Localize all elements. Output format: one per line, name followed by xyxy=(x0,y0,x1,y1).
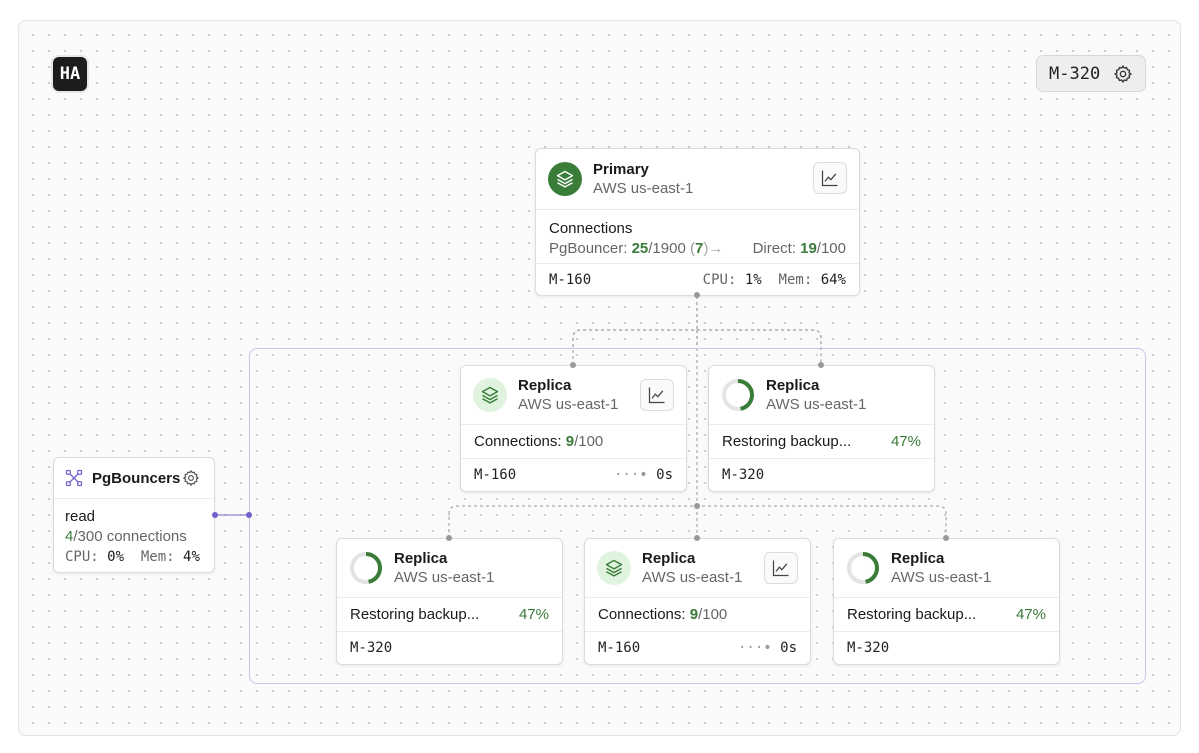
chart-line-icon xyxy=(772,560,789,577)
connections-heading: Connections xyxy=(549,220,633,237)
node-region: AWS us-east-1 xyxy=(518,396,619,413)
replica-input-port xyxy=(570,362,576,368)
node-title: Replica xyxy=(766,377,820,394)
pgbouncer-cluster-icon xyxy=(65,469,83,487)
node-region: AWS us-east-1 xyxy=(642,569,743,586)
node-size: M-320 xyxy=(722,467,765,483)
node-region: AWS us-east-1 xyxy=(593,180,694,197)
node-region: AWS us-east-1 xyxy=(766,396,867,413)
node-title: Replica xyxy=(642,550,696,567)
app-logo[interactable]: HA xyxy=(53,57,87,91)
progress-ring-icon xyxy=(847,552,879,584)
pgbouncers-node[interactable]: PgBouncers read 4/300 connections CPU: 0… xyxy=(53,457,215,573)
resource-usage: CPU: 0% Mem: 4% xyxy=(65,549,200,565)
replica-input-port xyxy=(818,362,824,368)
database-layers-icon xyxy=(597,551,631,585)
replica-node[interactable]: Replica AWS us-east-1 Connections: 9/100… xyxy=(460,365,687,492)
replica-connections: Connections: 9/100 xyxy=(585,597,810,631)
replica-node[interactable]: Replica AWS us-east-1 Restoring backup..… xyxy=(336,538,563,665)
restore-status: Restoring backup... 47% xyxy=(337,597,562,631)
pgbouncer-output-port xyxy=(212,512,218,518)
replica-node[interactable]: Replica AWS us-east-1 Restoring backup..… xyxy=(708,365,935,492)
pgbouncers-title: PgBouncers xyxy=(92,469,181,487)
node-size: M-160 xyxy=(549,272,592,288)
database-layers-icon xyxy=(473,378,507,412)
restore-status: Restoring backup... 47% xyxy=(709,424,934,458)
metrics-button[interactable] xyxy=(764,552,798,584)
node-region: AWS us-east-1 xyxy=(394,569,495,586)
database-layers-icon xyxy=(548,162,582,196)
gear-icon[interactable] xyxy=(182,469,200,487)
metrics-button[interactable] xyxy=(813,162,847,194)
node-title: Replica xyxy=(394,550,448,567)
pgbouncer-connections: PgBouncer: 25/1900 (7)→ xyxy=(549,240,724,257)
instance-size-label: M-320 xyxy=(1049,63,1101,84)
split-port xyxy=(694,503,700,509)
node-title: Primary xyxy=(593,161,649,178)
primary-node[interactable]: Primary AWS us-east-1 Connections PgBoun… xyxy=(535,148,860,296)
replica-input-port xyxy=(446,535,452,541)
restore-progress: 47% xyxy=(1015,606,1046,623)
chart-line-icon xyxy=(648,387,665,404)
pgbouncer-mode: read xyxy=(65,508,96,525)
metrics-button[interactable] xyxy=(640,379,674,411)
node-region: AWS us-east-1 xyxy=(891,569,992,586)
gear-icon xyxy=(1113,64,1133,83)
node-size: M-320 xyxy=(847,640,890,656)
replication-lag: ···• 0s xyxy=(737,640,797,656)
resource-usage: CPU: 1% Mem: 64% xyxy=(702,272,846,288)
node-size: M-320 xyxy=(350,640,393,656)
instance-size-button[interactable]: M-320 xyxy=(1036,55,1146,92)
replica-input-port xyxy=(694,535,700,541)
direct-connections: Direct: 19/100 xyxy=(752,240,846,257)
replication-lag: ···• 0s xyxy=(613,467,673,483)
restore-progress: 47% xyxy=(890,433,921,450)
lag-icon: ···• xyxy=(613,467,648,483)
progress-ring-icon xyxy=(350,552,382,584)
progress-ring-icon xyxy=(722,379,754,411)
restore-status: Restoring backup... 47% xyxy=(834,597,1059,631)
chart-line-icon xyxy=(821,170,838,187)
primary-output-port xyxy=(694,292,700,298)
lag-icon: ···• xyxy=(737,640,772,656)
node-title: Replica xyxy=(518,377,572,394)
replica-connections: Connections: 9/100 xyxy=(461,424,686,458)
node-size: M-160 xyxy=(474,467,517,483)
pgbouncer-connections: 4/300 connections xyxy=(65,528,187,545)
node-size: M-160 xyxy=(598,640,641,656)
node-title: Replica xyxy=(891,550,945,567)
replica-input-port xyxy=(943,535,949,541)
replica-node[interactable]: Replica AWS us-east-1 Restoring backup..… xyxy=(833,538,1060,665)
restore-progress: 47% xyxy=(518,606,549,623)
group-input-port xyxy=(246,512,252,518)
replica-node[interactable]: Replica AWS us-east-1 Connections: 9/100… xyxy=(584,538,811,665)
